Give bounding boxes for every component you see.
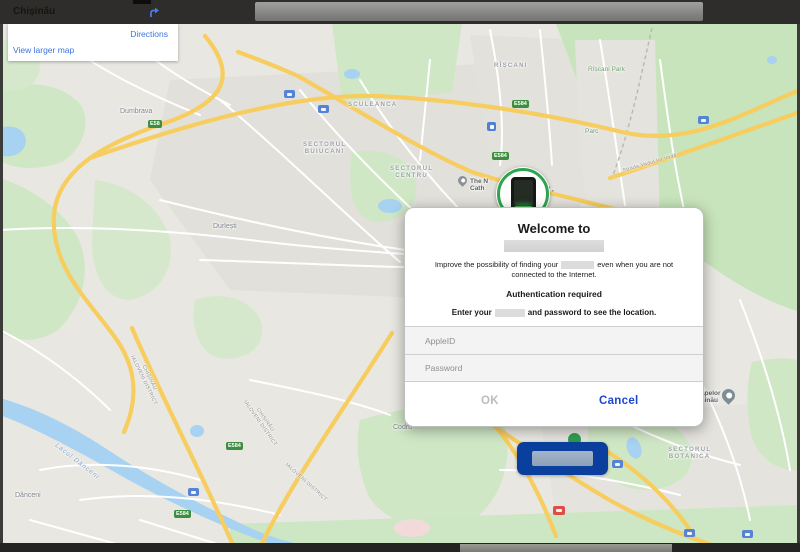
enter-credentials-text: Enter your and password to see the locati… <box>405 308 703 317</box>
body-text-part1: Improve the possibility of finding your <box>435 260 558 269</box>
window-bottombar <box>0 543 800 552</box>
redacted-status-bar <box>460 544 672 552</box>
auth-required-text: Authentication required <box>405 289 703 299</box>
dialog-buttons: OK Cancel <box>405 382 703 426</box>
map-place-title: Chișinău <box>13 6 55 17</box>
enter-text-part2: and password to see the location. <box>528 308 656 317</box>
redacted-map-label <box>517 442 608 475</box>
window-left-edge <box>0 24 3 543</box>
redacted-inline-word <box>561 261 594 269</box>
appleid-field[interactable] <box>405 326 703 354</box>
app-window: RÎȘCANIRîșcani ParkParcSCULEANCADumbrava… <box>0 0 800 552</box>
map-embed-card: Directions View larger map <box>8 24 178 61</box>
credential-fields <box>405 326 703 382</box>
cancel-button[interactable]: Cancel <box>593 394 645 408</box>
redacted-inline-word <box>495 309 525 317</box>
redacted-app-name <box>504 240 604 252</box>
redacted-text-block <box>532 451 593 466</box>
titlebar-notch <box>133 0 151 4</box>
view-larger-map-link[interactable]: View larger map <box>13 45 74 55</box>
auth-dialog: Welcome to Improve the possibility of fi… <box>404 207 704 427</box>
ok-button[interactable]: OK <box>475 394 505 408</box>
redacted-url-bar <box>255 2 703 21</box>
enter-text-part1: Enter your <box>452 308 492 317</box>
directions-link[interactable]: Directions <box>130 29 168 39</box>
dialog-body-text: Improve the possibility of finding youre… <box>405 260 703 280</box>
dialog-title: Welcome to <box>405 221 703 236</box>
window-titlebar: Chișinău <box>0 0 800 24</box>
directions-arrow-icon[interactable] <box>148 5 161 23</box>
password-field[interactable] <box>405 354 703 382</box>
